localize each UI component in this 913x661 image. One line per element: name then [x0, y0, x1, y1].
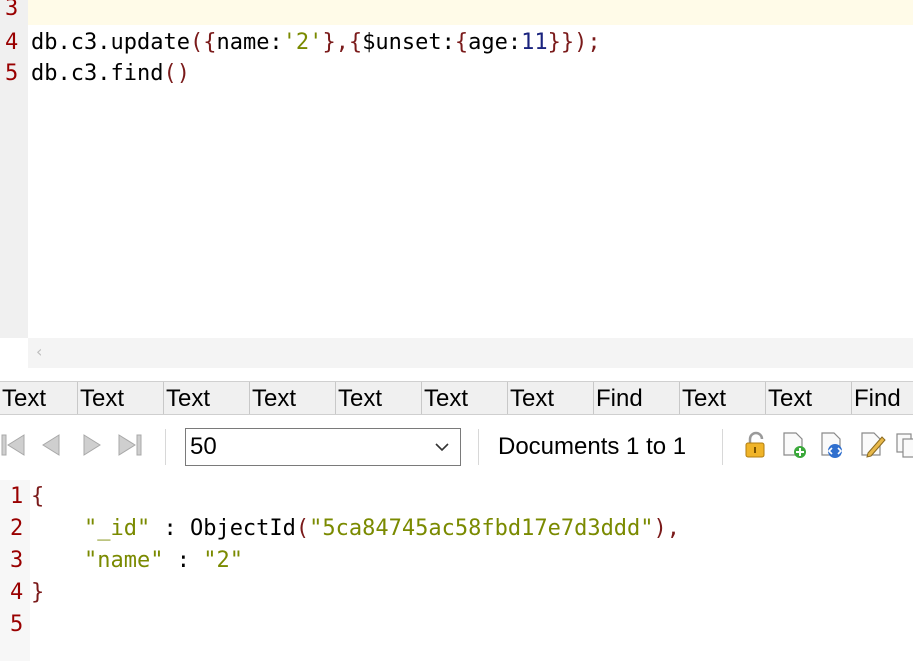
code-token: $unset: [362, 30, 455, 55]
lock-icon[interactable] [742, 431, 770, 459]
tab-5[interactable]: Text [422, 382, 508, 414]
line-number: 4 [10, 580, 24, 605]
last-page-icon[interactable] [116, 431, 144, 459]
result-line: 5 [0, 609, 913, 641]
editor-line-3[interactable]: 3 [0, 0, 913, 25]
line-number: 2 [10, 516, 24, 541]
code-token: name: [216, 30, 283, 55]
toolbar-separator [722, 429, 723, 465]
code-token: : [163, 548, 204, 573]
code-token: "name" [83, 548, 164, 573]
tab-8[interactable]: Text [680, 382, 766, 414]
tab-6[interactable]: Text [508, 382, 594, 414]
code-token: },{ [322, 30, 363, 55]
code-token: }}); [547, 30, 601, 55]
query-editor[interactable]: 3 4 db.c3.update({name:'2'},{$unset:{age… [0, 0, 913, 370]
line-number: 5 [10, 612, 24, 637]
line-number: 3 [10, 548, 24, 573]
code-token: "5ca84745ac58fbd17e7d3ddd" [309, 516, 654, 541]
tab-9[interactable]: Text [766, 382, 852, 414]
line-number: 4 [5, 30, 19, 55]
tab-10[interactable]: Find [852, 382, 913, 414]
result-line: 3 "name" : "2" [0, 545, 913, 577]
code-token: : ObjectId [150, 516, 296, 541]
code-token: age: [468, 30, 522, 55]
horizontal-scrollbar[interactable]: ‹ [28, 338, 913, 368]
tab-4[interactable]: Text [336, 382, 422, 414]
results-toolbar: 50 Documents 1 to 1 [0, 415, 913, 479]
tab-2[interactable]: Text [164, 382, 250, 414]
documents-count: Documents 1 to 1 [498, 433, 687, 460]
result-tabs: Text Text Text Text Text Text Text Find … [0, 381, 913, 415]
code-token: } [31, 580, 45, 605]
line-code: } [31, 577, 44, 609]
code-token: "_id" [83, 516, 151, 541]
tab-0[interactable]: Text [0, 382, 78, 414]
line-number: 5 [5, 61, 19, 86]
first-page-icon[interactable] [0, 431, 28, 459]
code-token: ), [653, 516, 681, 541]
code-token: 11 [521, 30, 548, 55]
page-size-value: 50 [190, 433, 217, 460]
code-token: db.c3.update [31, 30, 190, 55]
result-line: 2 "_id" : ObjectId("5ca84745ac58fbd17e7d… [0, 513, 913, 545]
copy-icon[interactable] [894, 431, 913, 459]
edit-document-icon[interactable] [858, 431, 886, 459]
line-code: { [31, 481, 44, 513]
line-number: 3 [5, 0, 19, 21]
editor-line-4[interactable]: 4 db.c3.update({name:'2'},{$unset:{age:1… [0, 27, 913, 59]
line-code: "_id" : ObjectId("5ca84745ac58fbd17e7d3d… [31, 513, 680, 545]
code-token: ( [295, 516, 310, 541]
tab-7[interactable]: Find [594, 382, 680, 414]
editor-line-5[interactable]: 5 db.c3.find() [0, 58, 913, 90]
code-token: ({ [189, 30, 217, 55]
result-line: 4 } [0, 577, 913, 609]
code-token: { [31, 484, 45, 509]
line-number: 1 [10, 484, 24, 509]
code-token: () [163, 61, 190, 86]
toolbar-separator [165, 429, 166, 465]
page-size-select[interactable]: 50 [185, 428, 461, 466]
toolbar-separator [478, 429, 479, 465]
result-viewer[interactable]: 1 { 2 "_id" : ObjectId("5ca84745ac58fbd1… [0, 480, 913, 661]
tab-1[interactable]: Text [78, 382, 164, 414]
code-token: '2' [282, 30, 323, 55]
prev-page-icon[interactable] [37, 431, 65, 459]
new-document-icon[interactable] [780, 431, 808, 459]
scroll-left-icon[interactable]: ‹ [36, 342, 42, 361]
chevron-down-icon [435, 443, 449, 452]
line-code: db.c3.update({name:'2'},{$unset:{age:11}… [31, 27, 601, 59]
code-token: "2" [203, 548, 243, 573]
code-token: db.c3.find [31, 61, 164, 86]
result-line: 1 { [0, 481, 913, 513]
next-page-icon[interactable] [78, 431, 106, 459]
line-code: "name" : "2" [31, 545, 243, 577]
code-token: { [454, 30, 469, 55]
line-code: db.c3.find() [31, 58, 190, 90]
view-json-icon[interactable] [818, 431, 846, 459]
tab-3[interactable]: Text [250, 382, 336, 414]
